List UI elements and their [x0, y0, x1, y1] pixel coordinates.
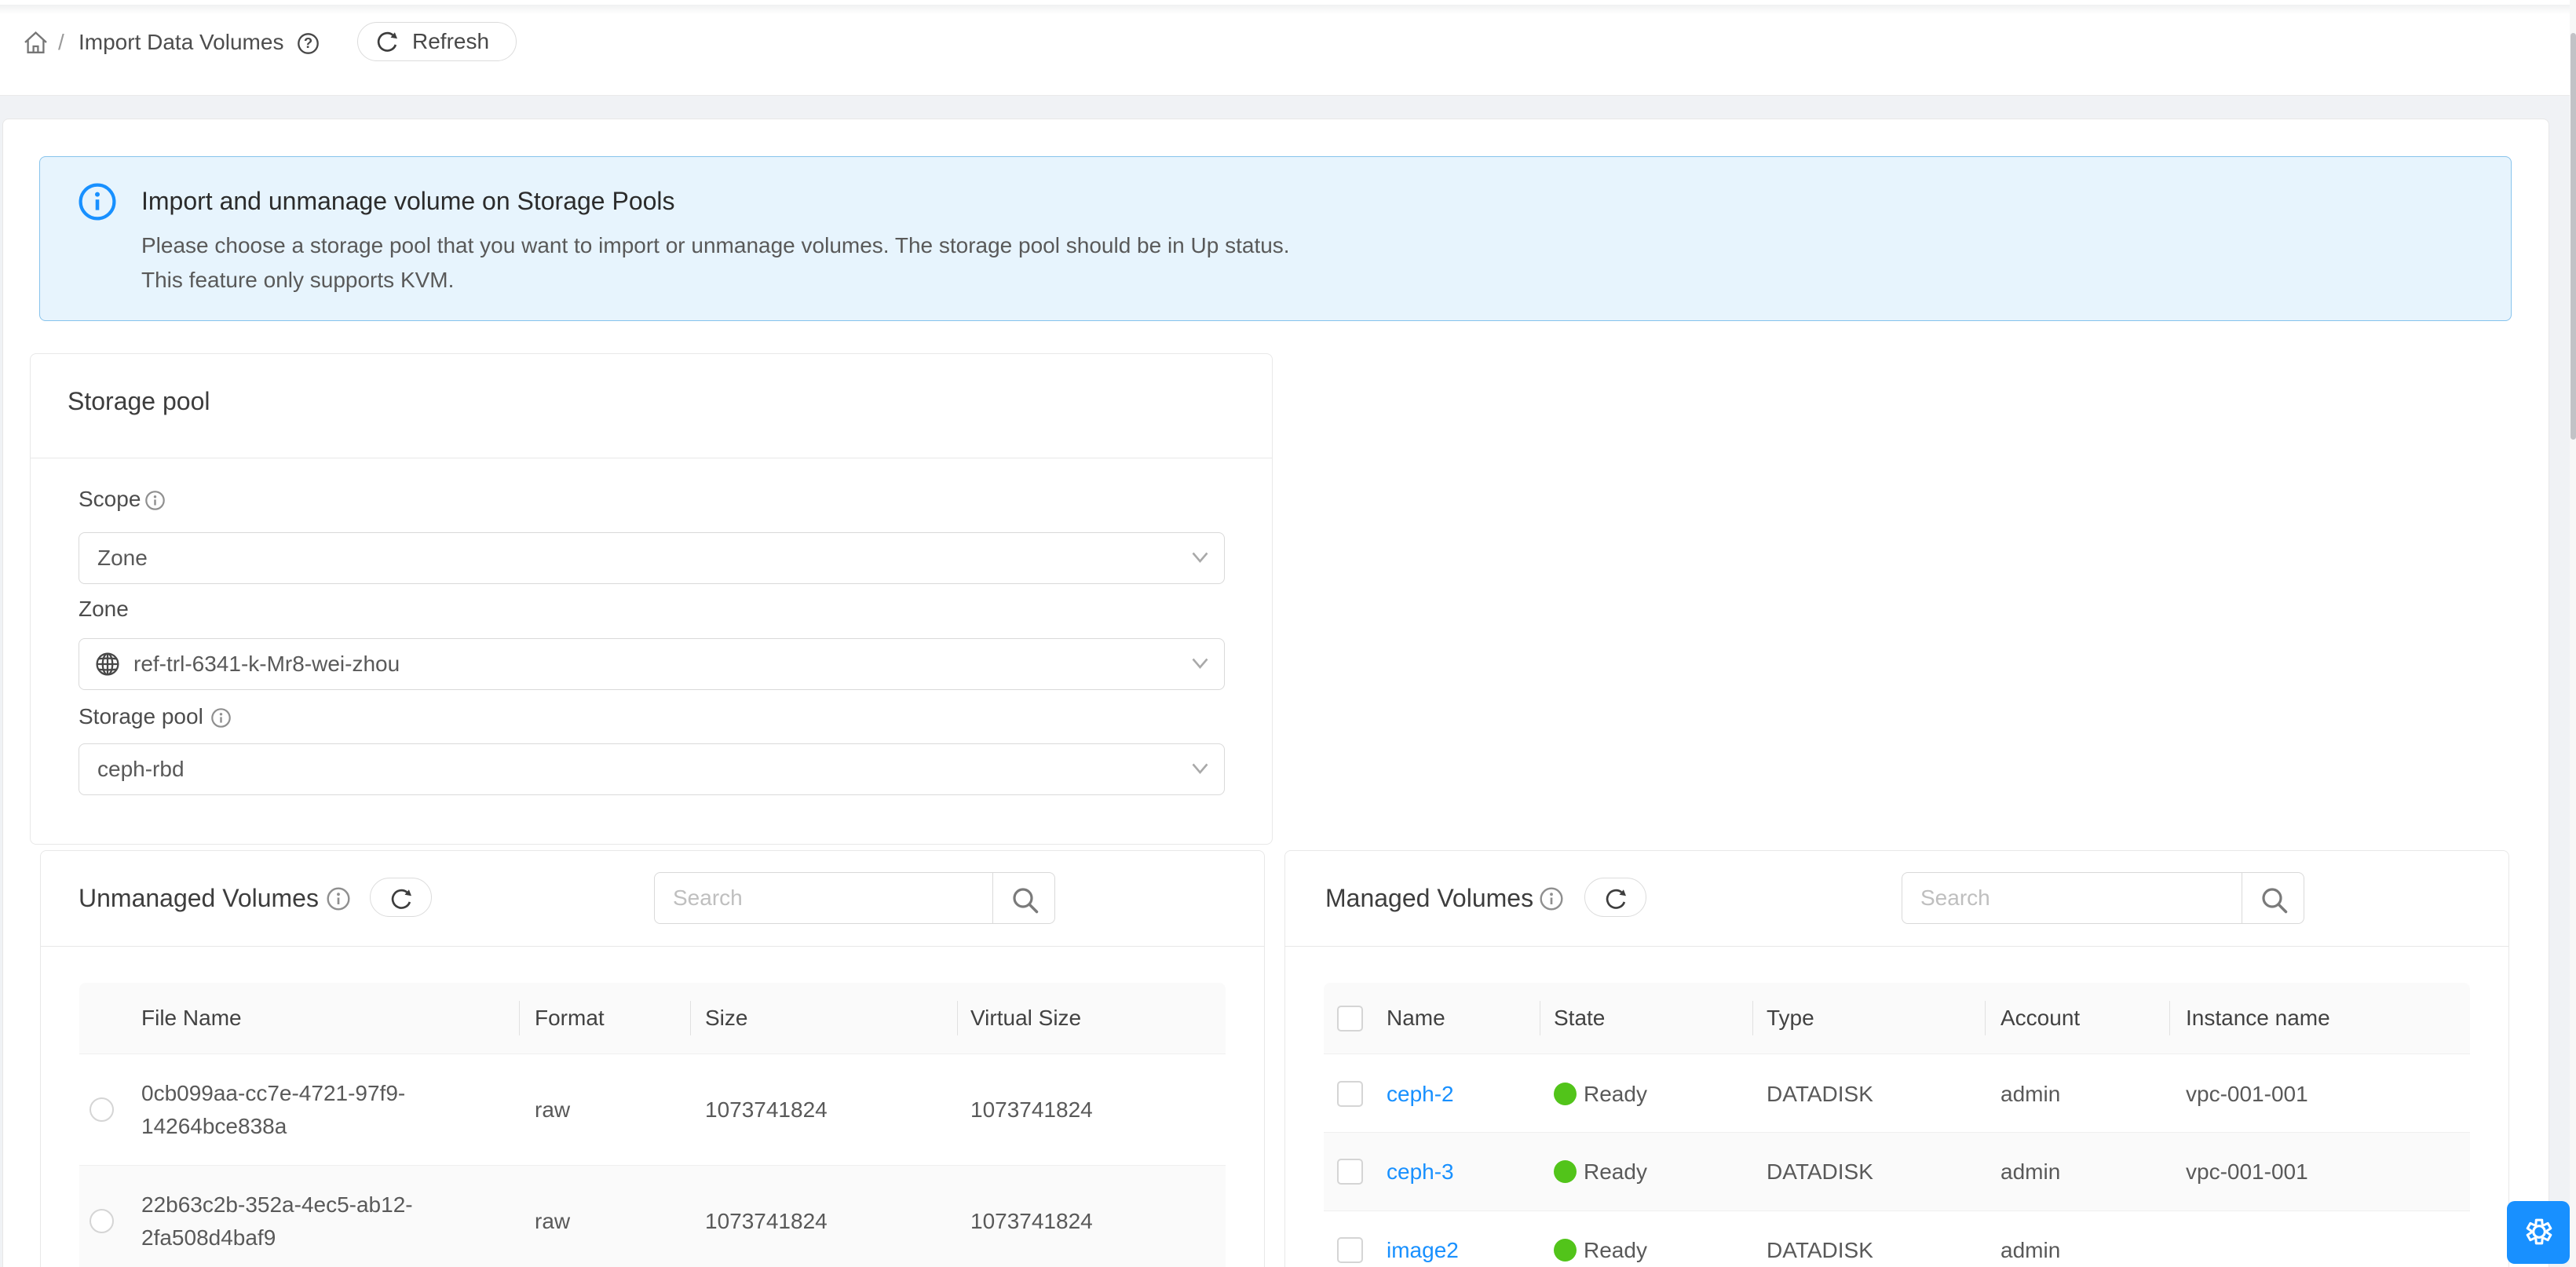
svg-text:?: ?	[304, 35, 312, 51]
